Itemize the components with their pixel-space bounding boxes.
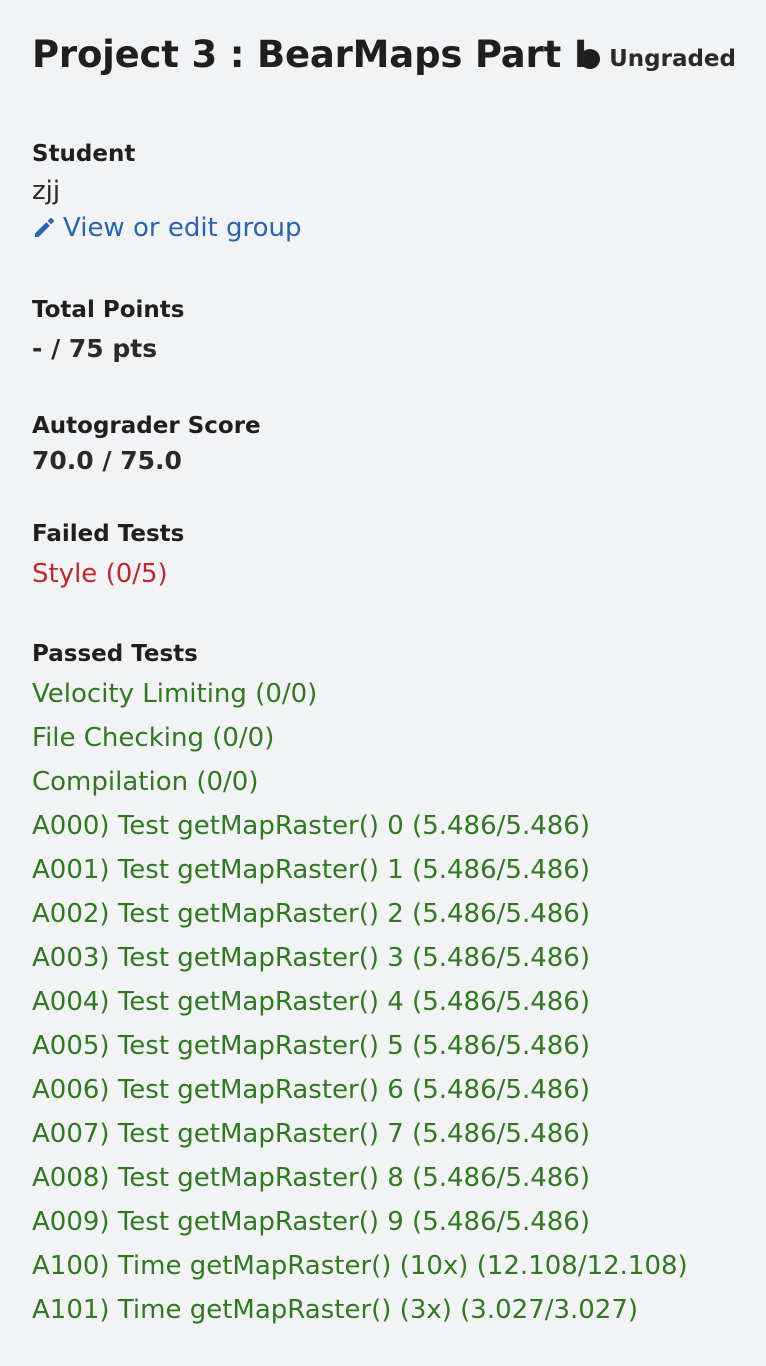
passed-test-item[interactable]: A005) Test getMapRaster() 5 (5.486/5.486… [32,1024,734,1068]
passed-test-item[interactable]: A001) Test getMapRaster() 1 (5.486/5.486… [32,848,734,892]
student-label: Student [32,141,136,167]
submission-outline-panel: Project 3 : BearMaps Part I Ungraded Stu… [0,0,766,1366]
passed-test-item[interactable]: Velocity Limiting (0/0) [32,672,734,716]
passed-test-item[interactable]: A100) Time getMapRaster() (10x) (12.108/… [32,1244,734,1288]
total-points-value: - / 75 pts [32,334,158,363]
grading-status-badge: Ungraded [580,42,736,76]
passed-test-item[interactable]: File Checking (0/0) [32,716,734,760]
autograder-score-label: Autograder Score [32,413,261,439]
status-dot-icon [580,49,601,69]
autograder-score-value: 70.0 / 75.0 [32,446,182,475]
student-name: zjj [32,176,61,206]
autograder-score-section: Autograder Score 70.0 / 75.0 [32,410,734,480]
passed-test-item[interactable]: Compilation (0/0) [32,760,734,804]
student-section: Student zjj View or edit group [32,138,734,246]
passed-test-item[interactable]: A009) Test getMapRaster() 9 (5.486/5.486… [32,1200,734,1244]
assignment-title: Project 3 : BearMaps Part I [32,33,588,76]
passed-test-item[interactable]: A008) Test getMapRaster() 8 (5.486/5.486… [32,1156,734,1200]
passed-test-item[interactable]: A006) Test getMapRaster() 6 (5.486/5.486… [32,1068,734,1112]
passed-tests-section: Passed Tests Velocity Limiting (0/0) Fil… [32,638,734,1332]
edit-link-label: View or edit group [63,213,302,243]
failed-tests-list: Style (0/5) [32,552,734,596]
passed-test-item[interactable]: A007) Test getMapRaster() 7 (5.486/5.486… [32,1112,734,1156]
status-label: Ungraded [609,46,736,72]
passed-test-item[interactable]: A000) Test getMapRaster() 0 (5.486/5.486… [32,804,734,848]
passed-test-item[interactable]: A101) Time getMapRaster() (3x) (3.027/3.… [32,1288,734,1332]
passed-test-item[interactable]: A002) Test getMapRaster() 2 (5.486/5.486… [32,892,734,936]
pencil-icon [32,216,56,240]
passed-tests-list: Velocity Limiting (0/0) File Checking (0… [32,672,734,1332]
passed-test-item[interactable]: A003) Test getMapRaster() 3 (5.486/5.486… [32,936,734,980]
failed-test-item[interactable]: Style (0/5) [32,552,734,596]
failed-tests-label: Failed Tests [32,521,185,547]
failed-tests-section: Failed Tests Style (0/5) [32,518,734,596]
total-points-section: Total Points - / 75 pts [32,294,734,368]
passed-test-item[interactable]: A004) Test getMapRaster() 4 (5.486/5.486… [32,980,734,1024]
view-or-edit-group-link[interactable]: View or edit group [32,210,734,246]
passed-tests-label: Passed Tests [32,641,198,667]
submission-header: Project 3 : BearMaps Part I Ungraded [32,28,736,84]
total-points-label: Total Points [32,297,185,323]
